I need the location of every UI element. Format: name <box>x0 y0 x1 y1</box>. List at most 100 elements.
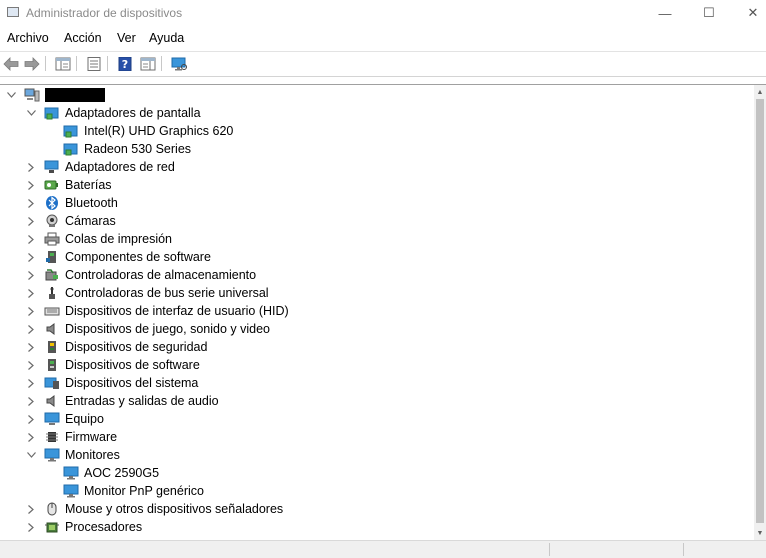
tree-device-label: Monitor PnP genérico <box>84 484 204 498</box>
tree-category-adaptadores-de-pantalla[interactable]: Adaptadores de pantalla <box>0 104 750 122</box>
tree-category-adaptadores-de-red[interactable]: Adaptadores de red <box>0 158 750 176</box>
tree-category-componentes-de-software[interactable]: Componentes de software <box>0 248 750 266</box>
back-button[interactable] <box>2 55 20 72</box>
speaker-icon <box>46 323 55 335</box>
tree-category-label: Colas de impresión <box>65 232 172 246</box>
tree-device-label: Intel(R) UHD Graphics 620 <box>84 124 234 138</box>
scan-hardware-button[interactable] <box>170 55 188 72</box>
tree-category-label: Adaptadores de red <box>65 160 175 174</box>
tree-category-dispositivos-de-juego-sonido-y-video[interactable]: Dispositivos de juego, sonido y video <box>0 320 750 338</box>
chevron-right-icon[interactable] <box>26 161 36 173</box>
tree-category-label: Dispositivos del sistema <box>65 376 199 390</box>
chevron-down-icon[interactable] <box>6 89 16 101</box>
toolbar-separator <box>161 56 162 71</box>
security-device-icon <box>48 341 56 353</box>
chevron-right-icon[interactable] <box>26 323 36 335</box>
chevron-down-icon[interactable] <box>26 107 36 119</box>
tree-category-dispositivos-de-seguridad[interactable]: Dispositivos de seguridad <box>0 338 750 356</box>
tree-category-controladoras-de-bus-serie-universal[interactable]: Controladoras de bus serie universal <box>0 284 750 302</box>
system-device-icon <box>44 377 59 389</box>
chevron-right-icon[interactable] <box>26 413 36 425</box>
tree-category-label: Cámaras <box>65 214 116 228</box>
usb-icon <box>49 287 55 299</box>
tree-category-baterias[interactable]: Baterías <box>0 176 750 194</box>
tree-device-label: AOC 2590G5 <box>84 466 160 480</box>
chevron-right-icon[interactable] <box>26 269 36 281</box>
chevron-right-icon[interactable] <box>26 377 36 389</box>
tree-category-camaras[interactable]: Cámaras <box>0 212 750 230</box>
scroll-up-arrow-icon[interactable]: ▲ <box>754 85 766 99</box>
tree-category-dispositivos-de-software[interactable]: Dispositivos de software <box>0 356 750 374</box>
tree-category-monitores[interactable]: Monitores <box>0 446 750 464</box>
printer-icon <box>44 232 60 246</box>
network-adapter-icon <box>44 160 59 173</box>
tree-category-controladoras-de-almacenamiento[interactable]: Controladoras de almacenamiento <box>0 266 750 284</box>
chevron-right-icon[interactable] <box>26 215 36 227</box>
speaker-icon <box>46 395 55 407</box>
tree-category-label: Entradas y salidas de audio <box>65 394 219 408</box>
toolbar: ? <box>0 51 766 77</box>
tree-category-equipo[interactable]: Equipo <box>0 410 750 428</box>
menu-bar: Archivo Acción Ver Ayuda <box>0 29 766 49</box>
scrollbar-thumb[interactable] <box>756 99 764 523</box>
status-bar-separator <box>683 543 684 556</box>
chevron-right-icon[interactable] <box>26 197 36 209</box>
tree-device-monitor-pnp-generico[interactable]: Monitor PnP genérico <box>0 482 750 500</box>
menu-ver[interactable]: Ver <box>117 31 136 45</box>
title-bar: Administrador de dispositivos — ☐ ✕ <box>0 0 766 26</box>
storage-controller-icon <box>45 269 58 281</box>
properties-button[interactable] <box>85 55 103 72</box>
monitor-icon <box>44 448 60 462</box>
tree-category-label: Dispositivos de interfaz de usuario (HID… <box>65 304 289 318</box>
computer-icon <box>24 88 40 102</box>
chevron-right-icon[interactable] <box>26 503 36 515</box>
maximize-button[interactable]: ☐ <box>686 0 732 26</box>
chevron-right-icon[interactable] <box>26 233 36 245</box>
chevron-down-icon[interactable] <box>26 449 36 461</box>
chevron-right-icon[interactable] <box>26 179 36 191</box>
arrow-left-icon <box>3 56 19 71</box>
scroll-down-arrow-icon[interactable]: ▼ <box>754 526 766 540</box>
chevron-right-icon[interactable] <box>26 251 36 263</box>
chevron-right-icon[interactable] <box>26 431 36 443</box>
menu-accion[interactable]: Acción <box>64 31 102 45</box>
tree-category-procesadores[interactable]: Procesadores <box>0 518 750 536</box>
tree-category-colas-de-impresion[interactable]: Colas de impresión <box>0 230 750 248</box>
tree-category-dispositivos-de-interfaz-de-usuario-hid[interactable]: Dispositivos de interfaz de usuario (HID… <box>0 302 750 320</box>
chevron-right-icon[interactable] <box>26 395 36 407</box>
forward-button[interactable] <box>23 55 41 72</box>
svg-text:?: ? <box>122 58 128 71</box>
device-tree[interactable]: Adaptadores de pantalla Intel(R) UHD Grap… <box>0 85 754 540</box>
hid-keyboard-icon <box>44 307 60 316</box>
software-component-icon <box>46 251 56 263</box>
menu-archivo[interactable]: Archivo <box>7 31 49 45</box>
minimize-button[interactable]: — <box>642 0 688 26</box>
camera-icon <box>46 214 58 227</box>
tree-device-aoc-2590g5[interactable]: AOC 2590G5 <box>0 464 750 482</box>
tree-device-radeon-530-series[interactable]: Radeon 530 Series <box>0 140 750 158</box>
chevron-right-icon[interactable] <box>26 341 36 353</box>
tree-category-mouse-y-otros-dispositivos-senaladores[interactable]: Mouse y otros dispositivos señaladores <box>0 500 750 518</box>
tree-root[interactable] <box>0 86 750 104</box>
tree-category-entradas-y-salidas-de-audio[interactable]: Entradas y salidas de audio <box>0 392 750 410</box>
chevron-right-icon[interactable] <box>26 359 36 371</box>
help-button[interactable]: ? <box>116 55 134 72</box>
tree-category-label: Dispositivos de software <box>65 358 200 372</box>
tree-category-label: Dispositivos de seguridad <box>65 340 208 354</box>
tree-category-dispositivos-del-sistema[interactable]: Dispositivos del sistema <box>0 374 750 392</box>
tree-category-firmware[interactable]: Firmware <box>0 428 750 446</box>
bluetooth-icon <box>46 196 58 210</box>
close-button[interactable]: ✕ <box>730 0 766 26</box>
show-hide-console-tree-button[interactable] <box>54 55 72 72</box>
chevron-right-icon[interactable] <box>26 287 36 299</box>
show-action-pane-button[interactable] <box>139 55 157 72</box>
vertical-scrollbar[interactable]: ▲ ▼ <box>754 85 766 540</box>
tree-category-bluetooth[interactable]: Bluetooth <box>0 194 750 212</box>
tree-category-label: Firmware <box>65 430 118 444</box>
chevron-right-icon[interactable] <box>26 521 36 533</box>
chevron-right-icon[interactable] <box>26 305 36 317</box>
software-device-icon <box>48 359 56 371</box>
display-adapter-icon <box>63 143 78 156</box>
menu-ayuda[interactable]: Ayuda <box>149 31 184 45</box>
tree-device-intel-r-uhd-graphics-620[interactable]: Intel(R) UHD Graphics 620 <box>0 122 750 140</box>
